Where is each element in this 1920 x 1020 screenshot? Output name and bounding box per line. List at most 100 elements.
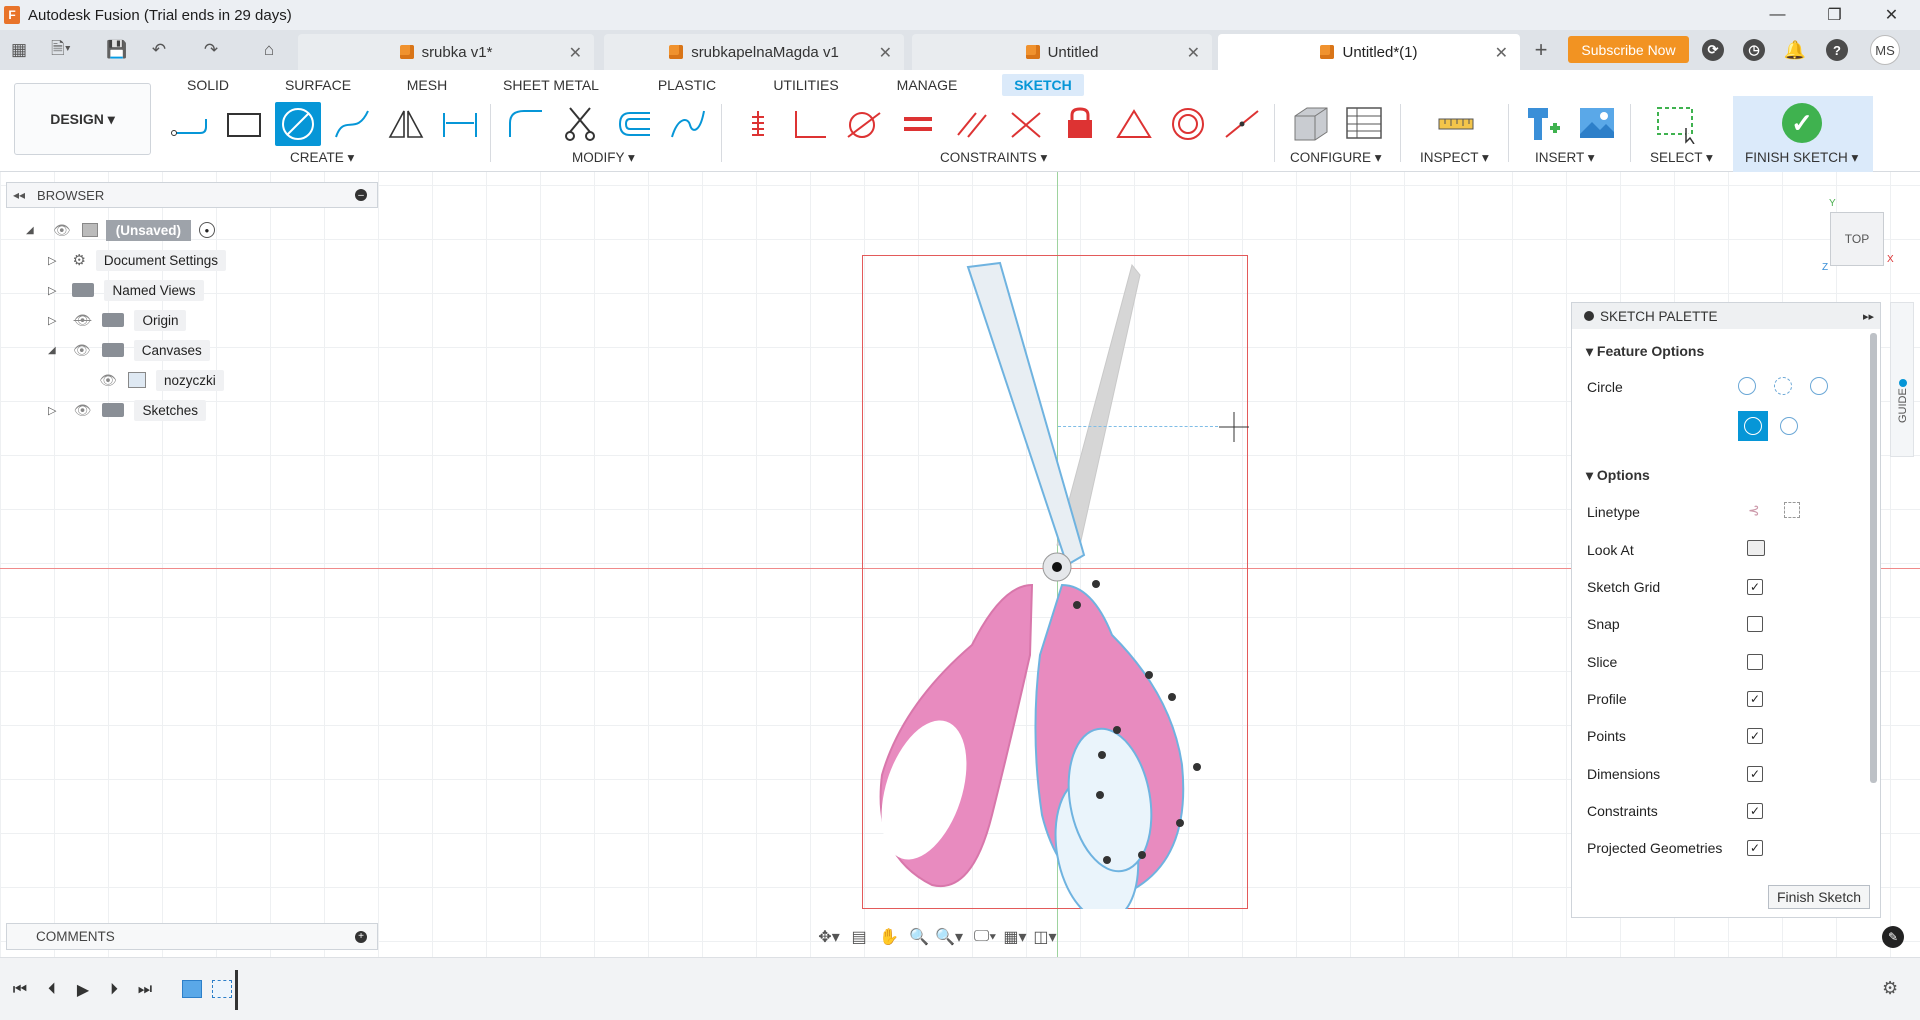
change-parameters-icon[interactable] [1287, 102, 1333, 146]
file-menu-icon[interactable]: 🗎▾ [48, 38, 74, 62]
expand-triangle-icon[interactable]: ▷ [48, 284, 56, 297]
sketch-grid-checkbox[interactable]: ✓ [1747, 579, 1763, 595]
two-point-circle-icon[interactable] [1774, 377, 1792, 395]
expand-triangle-icon[interactable]: ▷ [48, 254, 56, 267]
close-icon[interactable]: ✕ [1863, 0, 1920, 30]
expand-triangle-icon[interactable]: ▷ [48, 404, 56, 417]
window-select-icon[interactable] [1652, 102, 1698, 146]
pan-icon[interactable]: ✋ [874, 924, 904, 950]
home-icon[interactable]: ⌂ [256, 38, 282, 62]
browser-panel-header[interactable]: ◂◂ BROWSER – [6, 182, 378, 208]
collapse-triangle-icon[interactable]: ◢ [26, 225, 34, 236]
spline-tool-icon[interactable] [329, 102, 375, 146]
points-checkbox[interactable]: ✓ [1747, 728, 1763, 744]
restore-icon[interactable]: ❐ [1806, 0, 1863, 30]
browser-item-document-settings[interactable]: ▷ ⚙ Document Settings [48, 248, 226, 272]
select-menu[interactable]: SELECT ▾ [1650, 150, 1713, 166]
slice-checkbox[interactable] [1747, 654, 1763, 670]
visibility-eye-icon[interactable]: 👁 [72, 342, 92, 358]
sketch-brush-icon[interactable]: ✎ [1882, 926, 1904, 948]
step-forward-icon[interactable]: ⏵ [104, 980, 124, 1000]
browser-item-nozyczki[interactable]: 👁 nozyczki [98, 368, 224, 392]
centerline-linetype-icon[interactable] [1784, 502, 1800, 518]
browser-item-canvases[interactable]: ◢ 👁 Canvases [48, 338, 210, 362]
close-tab-icon[interactable]: ✕ [879, 43, 892, 63]
line-tool-icon[interactable] [167, 102, 213, 146]
finish-sketch-menu[interactable]: FINISH SKETCH ▾ [1745, 150, 1858, 166]
finish-sketch-button[interactable]: Finish Sketch [1768, 885, 1870, 909]
browser-item-sketches[interactable]: ▷ 👁 Sketches [48, 398, 206, 422]
profile-checkbox[interactable]: ✓ [1747, 691, 1763, 707]
browser-item-named-views[interactable]: ▷ Named Views [48, 278, 204, 302]
look-at-icon[interactable]: ▤ [844, 924, 874, 950]
timeline-canvas-feature-icon[interactable] [182, 980, 202, 998]
visibility-eye-icon[interactable]: 👁 [72, 402, 92, 418]
tangent-constraint-icon[interactable] [841, 102, 887, 146]
tab-sheet-metal[interactable]: SHEET METAL [497, 74, 605, 96]
grid-snaps-icon[interactable]: ▦▾ [1000, 924, 1030, 950]
sketch-palette-header[interactable]: SKETCH PALETTE ▸▸ [1572, 303, 1880, 329]
avatar[interactable]: MS [1870, 35, 1900, 65]
new-tab-icon[interactable]: + [1528, 37, 1554, 62]
dimensions-checkbox[interactable]: ✓ [1747, 766, 1763, 782]
zoom-window-icon[interactable]: 🔍▾ [934, 924, 964, 950]
insert-menu[interactable]: INSERT ▾ [1535, 150, 1595, 166]
palette-minimize-icon[interactable] [1584, 311, 1594, 321]
projected-geometries-checkbox[interactable]: ✓ [1747, 840, 1763, 856]
add-comment-icon[interactable]: + [355, 930, 367, 943]
insert-canvas-icon[interactable] [1574, 102, 1620, 146]
browser-item-origin[interactable]: ▷ 👁 Origin [48, 308, 187, 332]
activate-radio-icon[interactable]: ● [198, 222, 215, 238]
job-status-icon[interactable]: ◷ [1743, 39, 1765, 61]
create-menu[interactable]: CREATE ▾ [290, 150, 354, 166]
configuration-table-icon[interactable] [1341, 102, 1387, 146]
tab-utilities[interactable]: UTILITIES [766, 74, 846, 96]
go-to-end-icon[interactable]: ⏭ [135, 980, 155, 1000]
midpoint-constraint-icon[interactable] [1111, 102, 1157, 146]
go-to-start-icon[interactable]: ⏮ [10, 980, 30, 1000]
minimize-icon[interactable]: — [1749, 0, 1806, 30]
timeline-settings-gear-icon[interactable]: ⚙ [1882, 978, 1898, 999]
expand-triangle-icon[interactable]: ▷ [48, 314, 56, 327]
extensions-icon[interactable]: ⟳ [1702, 39, 1724, 61]
step-back-icon[interactable]: ⏴ [42, 980, 62, 1000]
save-icon[interactable]: 💾 [104, 38, 130, 62]
center-diameter-circle-icon[interactable] [1738, 377, 1756, 395]
inspect-menu[interactable]: INSPECT ▾ [1420, 150, 1489, 166]
tab-sketch[interactable]: SKETCH [1002, 74, 1084, 96]
tab-plastic[interactable]: PLASTIC [650, 74, 724, 96]
dimension-tool-icon[interactable] [437, 102, 483, 146]
finish-sketch-check-icon[interactable]: ✓ [1782, 103, 1822, 143]
tab-solid[interactable]: SOLID [180, 74, 236, 96]
perpendicular-constraint-icon[interactable] [1003, 102, 1049, 146]
hidden-eye-icon[interactable]: 👁 [72, 312, 92, 328]
visibility-eye-icon[interactable]: 👁 [52, 222, 72, 238]
snap-checkbox[interactable] [1747, 616, 1763, 632]
viewcube[interactable]: TOP [1830, 212, 1884, 266]
play-icon[interactable]: ▶ [73, 980, 93, 1000]
collapse-triangle-icon[interactable]: ◢ [48, 345, 56, 356]
timeline-sketch-feature-icon[interactable] [212, 980, 232, 998]
tab-srubkapelnamagda[interactable]: srubkapelnaMagda v1 ✕ [604, 34, 904, 70]
fillet-tool-icon[interactable] [503, 102, 549, 146]
undo-icon[interactable]: ↶ [146, 38, 172, 62]
workspace-switcher-button[interactable]: DESIGN ▾ [14, 83, 151, 155]
tab-untitled[interactable]: Untitled ✕ [912, 34, 1212, 70]
tangent-circle-icon[interactable] [1780, 417, 1798, 435]
close-tab-icon[interactable]: ✕ [569, 43, 582, 63]
guide-tab[interactable]: GUIDE [1890, 302, 1914, 457]
palette-scrollbar[interactable] [1870, 333, 1877, 783]
coincident-constraint-icon[interactable] [787, 102, 833, 146]
redo-icon[interactable]: ↷ [198, 38, 224, 62]
concentric-constraint-icon[interactable] [1165, 102, 1211, 146]
display-settings-icon[interactable]: 🖵▾ [970, 924, 1000, 950]
collapse-panel-icon[interactable]: ◂◂ [13, 188, 25, 202]
notifications-icon[interactable]: 🔔 [1784, 39, 1806, 61]
circle-tool-icon[interactable] [275, 102, 321, 146]
parallel-constraint-icon[interactable] [949, 102, 995, 146]
constraints-checkbox[interactable]: ✓ [1747, 803, 1763, 819]
fix-constraint-icon[interactable] [733, 102, 779, 146]
tab-manage[interactable]: MANAGE [888, 74, 966, 96]
construction-linetype-icon[interactable]: ⊰ [1748, 502, 1760, 519]
constraints-menu[interactable]: CONSTRAINTS ▾ [940, 150, 1047, 166]
